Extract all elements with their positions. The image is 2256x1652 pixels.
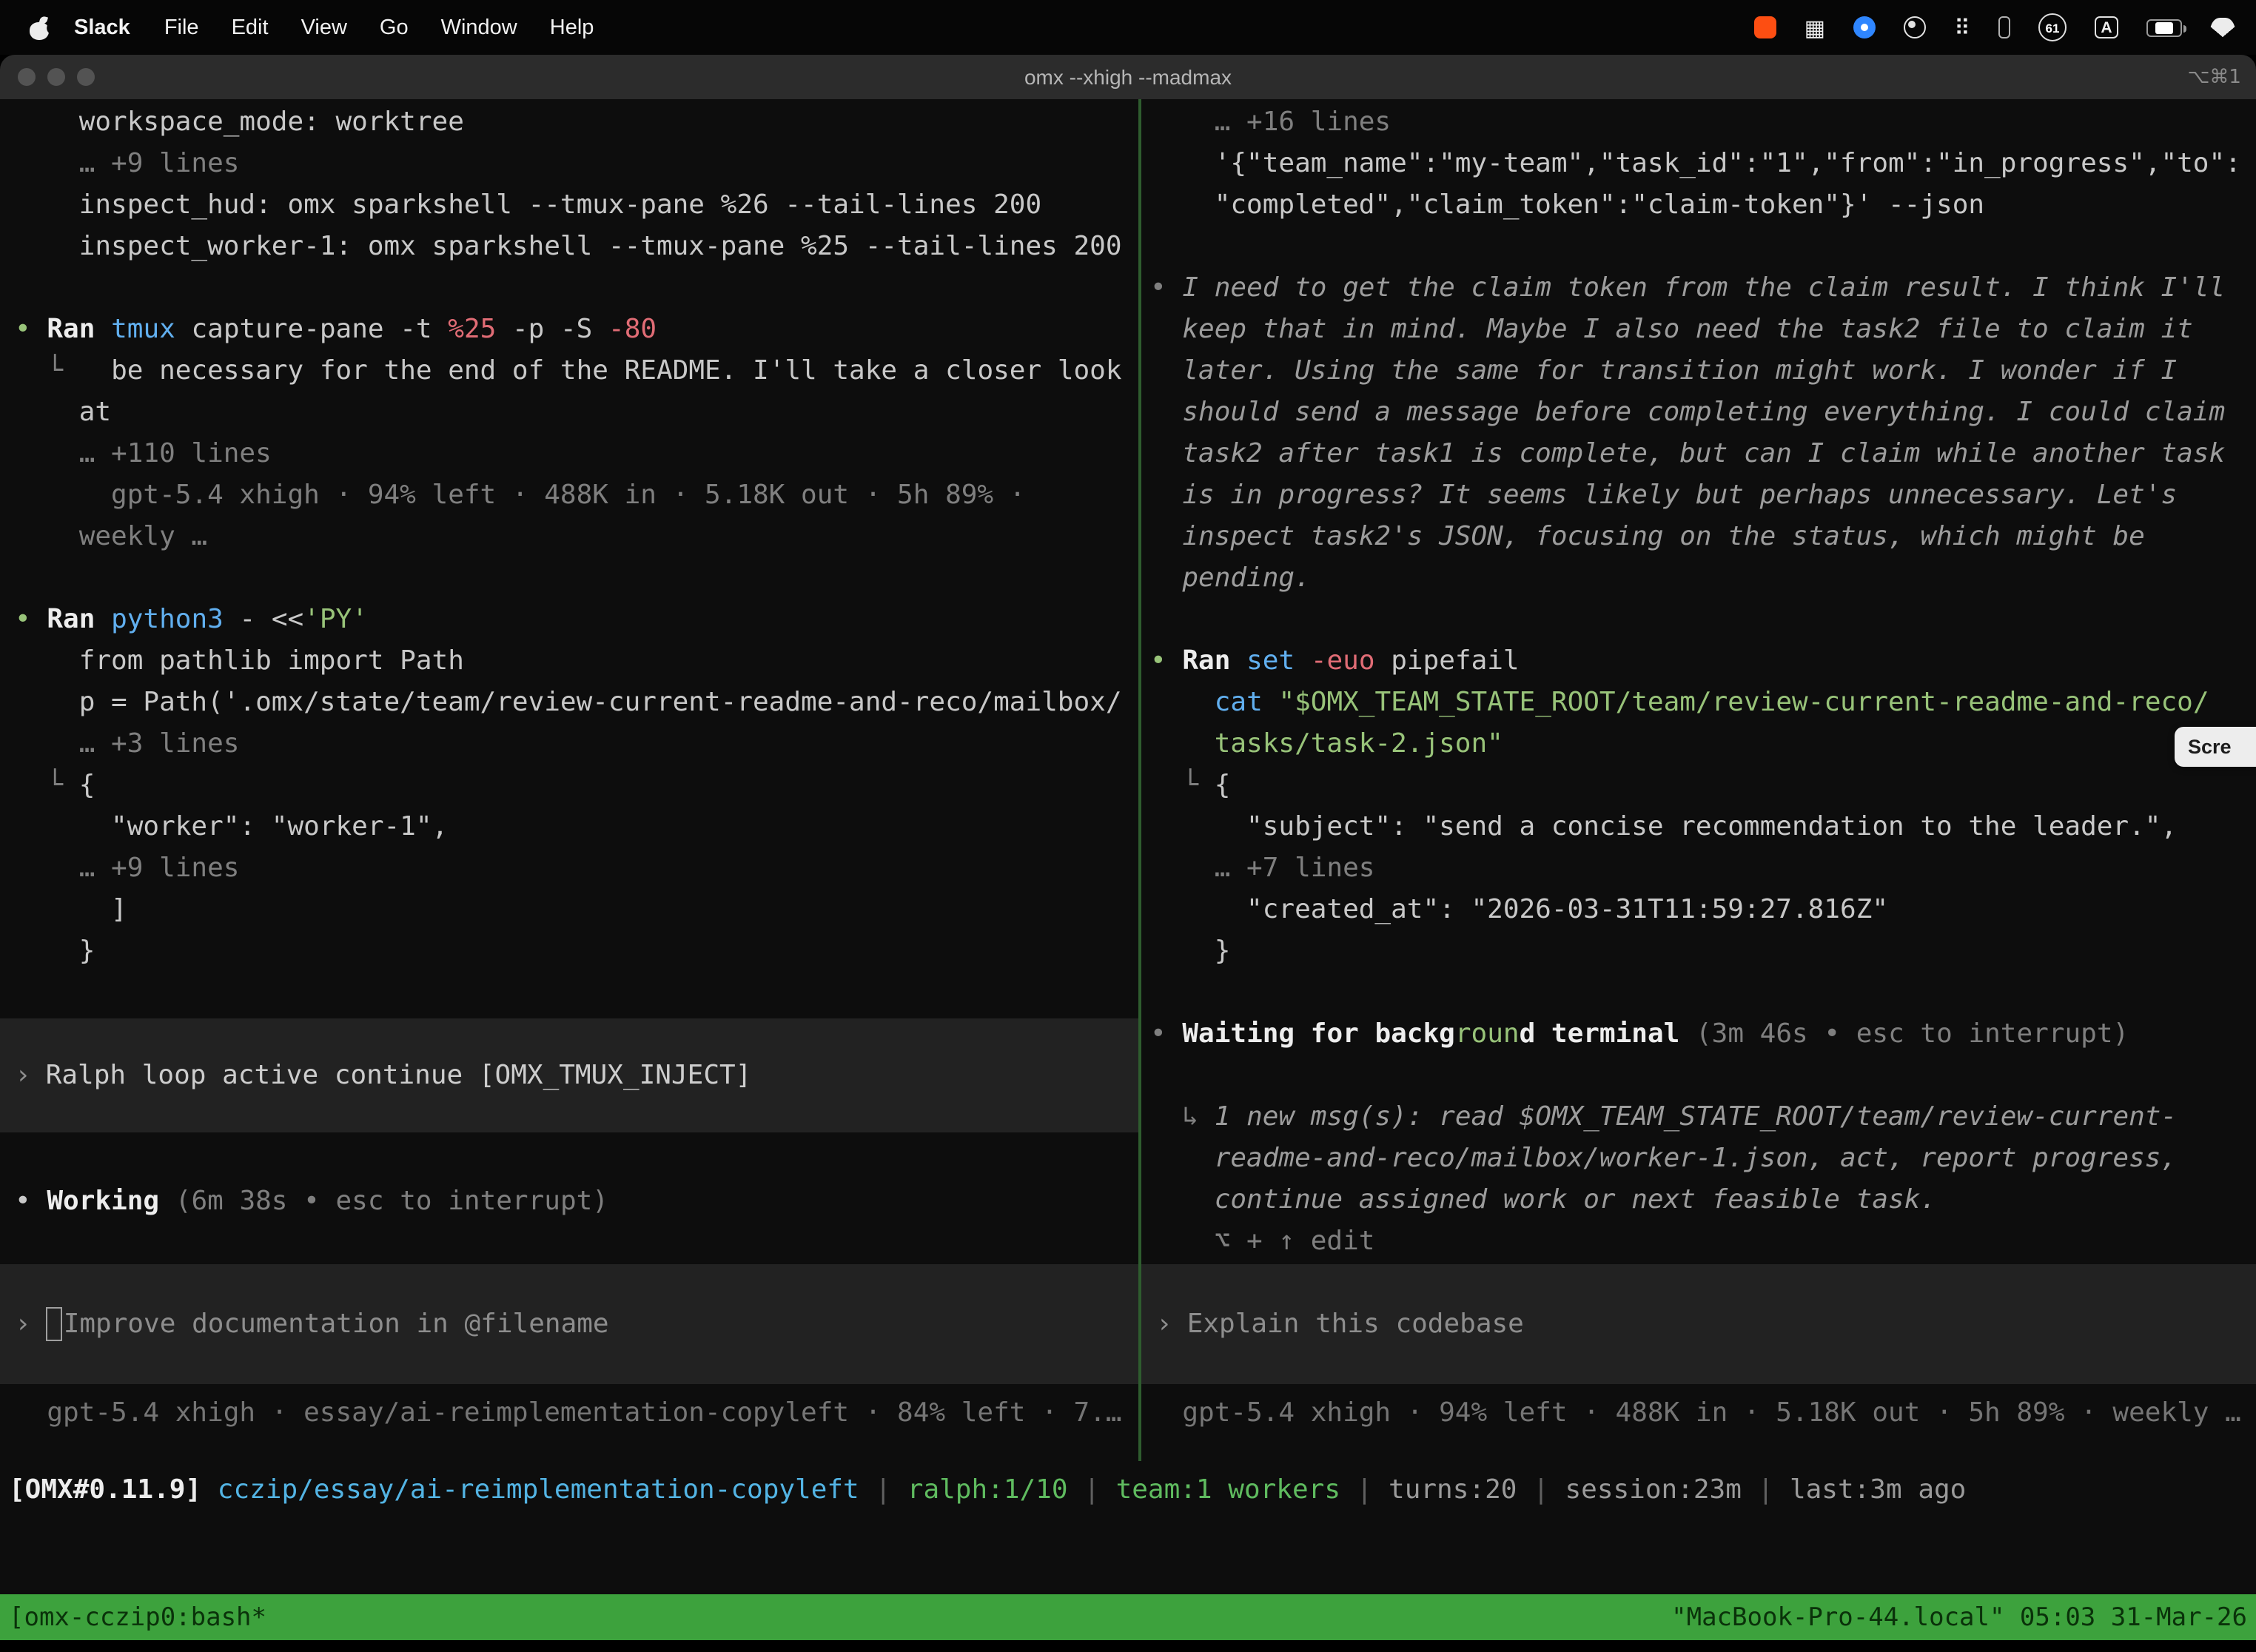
zoom-button[interactable] [77,68,95,86]
left-composer-input[interactable]: › Improve documentation in @filename [0,1264,1138,1384]
tmux-status-bar: [omx-cczip0:bash* "MacBook-Pro-44.local"… [0,1594,2256,1640]
text-cursor [46,1307,62,1341]
slim-app-icon[interactable] [1998,16,2010,38]
battery-percent-label: 61 [2046,20,2060,35]
blue-app-icon[interactable] [1853,16,1876,38]
input-source-icon[interactable]: A [2095,16,2118,38]
grid-app-icon[interactable]: ▦ [1805,14,1825,41]
close-button[interactable] [18,68,36,86]
tmux-session-label: [omx-cczip0:bash* [9,1602,266,1632]
left-terminal-scrollback: workspace_mode: worktree … +9 lines insp… [15,102,1138,973]
menu-go[interactable]: Go [363,16,425,39]
menu-bar-status-area: ▦ ⠿ 61 A [1754,13,2256,41]
composer-chevron-icon: › [15,1303,31,1345]
working-status: • Working (6m 38s • esc to interrupt) [15,1181,608,1223]
tmux-pane-left[interactable]: workspace_mode: worktree … +9 lines insp… [0,99,1138,1461]
menu-app-name[interactable]: Slack [74,16,130,39]
dots-grid-icon[interactable]: ⠿ [1954,14,1970,41]
right-composer-input[interactable]: › Explain this codebase [1141,1264,2256,1384]
tmux-host-time-label: "MacBook-Pro-44.local" 05:03 31-Mar-26 [1671,1602,2247,1632]
right-model-status-footer: gpt-5.4 xhigh · 94% left · 488K in · 5.1… [1150,1393,2256,1434]
terminal-content: workspace_mode: worktree … +9 lines insp… [0,99,2256,1594]
menu-view[interactable]: View [285,16,363,39]
screen: Slack File Edit View Go Window Help ▦ ⠿ … [0,0,2256,1652]
menu-window[interactable]: Window [425,16,534,39]
left-model-status-footer: gpt-5.4 xhigh · essay/ai-reimplementatio… [15,1393,1138,1434]
wifi-icon[interactable] [2210,18,2235,37]
minimize-button[interactable] [47,68,65,86]
inject-prompt-text: Ralph loop active continue [OMX_TMUX_INJ… [46,1055,752,1096]
menu-help[interactable]: Help [534,16,611,39]
menu-bar-left: Slack File Edit View Go Window Help [0,16,610,39]
macos-menu-bar: Slack File Edit View Go Window Help ▦ ⠿ … [0,0,2256,55]
right-terminal-scrollback: … +16 lines '{"team_name":"my-team","tas… [1150,102,2256,1263]
window-title-bar[interactable]: omx --xhigh --madmax ⌥⌘1 [0,55,2256,99]
window-title: omx --xhigh --madmax [0,65,2256,89]
screen-notification[interactable]: Scre [2175,727,2256,767]
right-composer-placeholder: Explain this codebase [1187,1303,1524,1345]
composer-chevron-icon: › [1156,1303,1172,1345]
traffic-lights [0,68,95,86]
battery-icon[interactable] [2146,19,2182,36]
window-shortcut-hint: ⌥⌘1 [2187,66,2241,88]
prompt-chevron-icon: › [15,1055,31,1096]
menu-edit[interactable]: Edit [215,16,285,39]
battery-percent-icon[interactable]: 61 [2038,13,2067,41]
inject-prompt: › Ralph loop active continue [OMX_TMUX_I… [0,1018,1138,1132]
apple-menu-icon[interactable] [30,16,50,39]
clock-app-icon[interactable] [1904,16,1926,38]
menu-file[interactable]: File [148,16,215,39]
omx-session-status-line: [OMX#0.11.9] cczip/essay/ai-reimplementa… [9,1470,2256,1511]
left-composer-placeholder: Improve documentation in @filename [64,1303,609,1345]
tmux-pane-right[interactable]: … +16 lines '{"team_name":"my-team","tas… [1141,99,2256,1461]
screen-recording-indicator-icon[interactable] [1754,16,1776,38]
